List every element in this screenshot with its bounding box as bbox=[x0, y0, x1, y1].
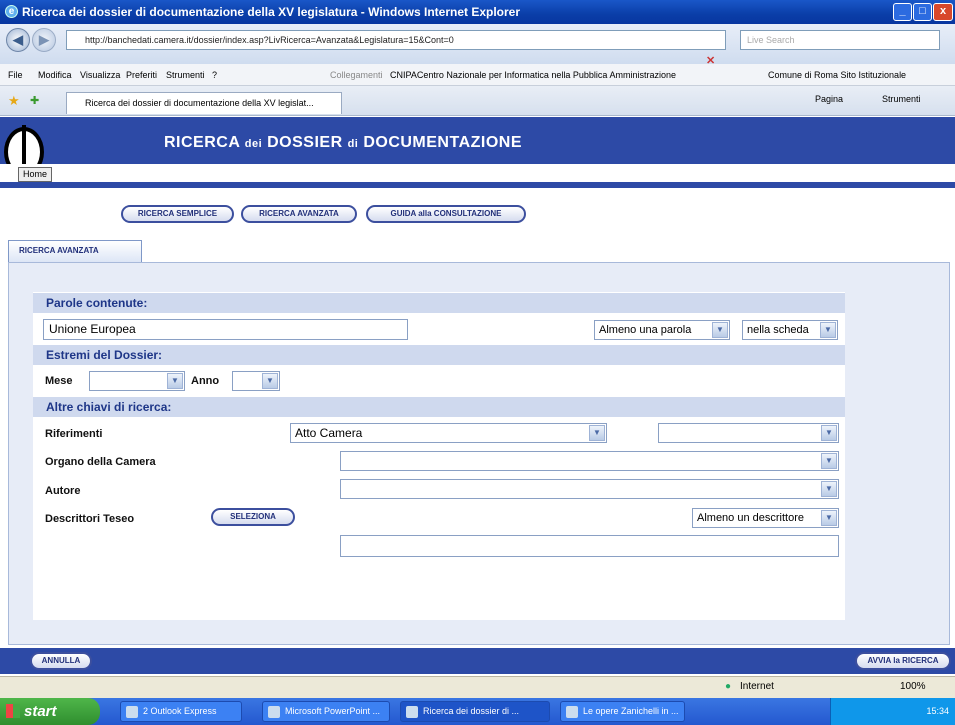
chevron-down-icon: ▼ bbox=[589, 425, 605, 441]
guida-button[interactable]: GUIDA alla CONSULTAZIONE bbox=[366, 205, 526, 223]
seleziona-button[interactable]: SELEZIONA bbox=[211, 508, 295, 526]
system-tray: 15:34 bbox=[830, 698, 955, 725]
descrittori-input[interactable] bbox=[340, 535, 839, 557]
minimize-button[interactable]: _ bbox=[893, 3, 912, 21]
divider bbox=[0, 182, 955, 188]
zoom-level[interactable]: 100% bbox=[900, 681, 926, 692]
avvia-ricerca-button[interactable]: AVVIA la RICERCA bbox=[855, 652, 951, 670]
riferimenti-sub-select[interactable]: ▼ bbox=[658, 423, 839, 443]
ie-logo-icon: e bbox=[5, 5, 18, 18]
address-field[interactable]: http://banchedati.camera.it/dossier/inde… bbox=[66, 30, 726, 50]
altre-header: Altre chiavi di ricerca: bbox=[33, 397, 845, 417]
close-button[interactable]: x bbox=[933, 3, 953, 21]
riferimenti-select[interactable]: Atto Camera ▼ bbox=[290, 423, 607, 443]
parole-scope-select[interactable]: nella scheda ▼ bbox=[742, 320, 838, 340]
chevron-down-icon: ▼ bbox=[262, 373, 278, 389]
zone-label: Internet bbox=[740, 681, 774, 692]
estremi-header: Estremi del Dossier: bbox=[33, 345, 845, 365]
task-ie-active[interactable]: Ricerca dei dossier di ... bbox=[400, 701, 550, 722]
descrittori-mode-select[interactable]: Almeno un descrittore ▼ bbox=[692, 508, 839, 528]
parole-header: Parole contenute: bbox=[33, 293, 845, 313]
menu-help[interactable]: ? bbox=[212, 70, 217, 80]
add-favorites-icon[interactable]: ✚ bbox=[30, 94, 39, 107]
menu-preferiti[interactable]: Preferiti bbox=[126, 70, 157, 80]
parole-mode-select[interactable]: Almeno una parola ▼ bbox=[594, 320, 730, 340]
search-field[interactable]: Live Search bbox=[740, 30, 940, 50]
clock: 15:34 bbox=[926, 706, 949, 716]
maximize-button[interactable]: □ bbox=[913, 3, 932, 21]
ricerca-avanzata-button[interactable]: RICERCA AVANZATA bbox=[241, 205, 357, 223]
status-bar: ● Internet 100% bbox=[0, 676, 955, 698]
menu-file[interactable]: File bbox=[8, 70, 23, 80]
anno-label: Anno bbox=[191, 375, 220, 387]
taskbar: start 2 Outlook Express Microsoft PowerP… bbox=[0, 698, 955, 725]
chevron-down-icon: ▼ bbox=[821, 453, 837, 469]
window-title-bar: e Ricerca dei dossier di documentazione … bbox=[0, 0, 955, 24]
action-bar: ANNULLA AVVIA la RICERCA bbox=[0, 648, 955, 674]
task-powerpoint[interactable]: Microsoft PowerPoint ... bbox=[262, 701, 390, 722]
autore-select[interactable]: ▼ bbox=[340, 479, 839, 499]
home-link[interactable]: Home bbox=[18, 167, 53, 182]
mese-label: Mese bbox=[45, 375, 73, 387]
descrittori-label: Descrittori Teseo bbox=[45, 513, 135, 525]
globe-icon: ● bbox=[725, 681, 732, 692]
tab-ricerca-avanzata[interactable]: RICERCA AVANZATA bbox=[8, 240, 142, 262]
links-label: Collegamenti bbox=[330, 70, 383, 80]
ricerca-semplice-button[interactable]: RICERCA SEMPLICE bbox=[121, 205, 234, 223]
page-title: RICERCA dei DOSSIER di DOCUMENTAZIONE bbox=[164, 134, 523, 151]
page-menu[interactable]: Pagina bbox=[815, 94, 843, 104]
browser-tab[interactable]: Ricerca dei dossier di documentazione de… bbox=[66, 92, 342, 114]
browser-tab-bar: ★ ✚ Ricerca dei dossier di documentazion… bbox=[0, 86, 955, 116]
back-button[interactable]: ◀ bbox=[6, 28, 30, 52]
organo-label: Organo della Camera bbox=[45, 456, 156, 468]
chevron-down-icon: ▼ bbox=[712, 322, 728, 338]
task-zanichelli[interactable]: Le opere Zanichelli in ... bbox=[560, 701, 685, 722]
chevron-down-icon: ▼ bbox=[821, 510, 837, 526]
mese-select[interactable]: ▼ bbox=[89, 371, 185, 391]
link-cnipa[interactable]: CNIPACentro Nazionale per Informatica ne… bbox=[390, 70, 750, 80]
menu-bar: File Modifica Visualizza Preferiti Strum… bbox=[0, 64, 955, 86]
menu-strumenti[interactable]: Strumenti bbox=[166, 70, 205, 80]
anno-select[interactable]: ▼ bbox=[232, 371, 280, 391]
window-title: Ricerca dei dossier di documentazione de… bbox=[22, 5, 521, 19]
autore-label: Autore bbox=[45, 485, 81, 497]
chevron-down-icon: ▼ bbox=[821, 481, 837, 497]
menu-modifica[interactable]: Modifica bbox=[38, 70, 72, 80]
chevron-down-icon: ▼ bbox=[820, 322, 836, 338]
forward-button[interactable]: ▶ bbox=[32, 28, 56, 52]
link-comune-roma[interactable]: Comune di Roma Sito Istituzionale bbox=[768, 70, 906, 80]
address-toolbar: ◀ ▶ http://banchedati.camera.it/dossier/… bbox=[0, 24, 955, 67]
parole-input[interactable]: Unione Europea bbox=[43, 319, 408, 340]
menu-visualizza[interactable]: Visualizza bbox=[80, 70, 120, 80]
task-outlook[interactable]: 2 Outlook Express bbox=[120, 701, 242, 722]
chevron-down-icon: ▼ bbox=[167, 373, 183, 389]
annulla-button[interactable]: ANNULLA bbox=[30, 652, 92, 670]
riferimenti-label: Riferimenti bbox=[45, 428, 103, 440]
tools-menu[interactable]: Strumenti bbox=[882, 94, 921, 104]
organo-select[interactable]: ▼ bbox=[340, 451, 839, 471]
chevron-down-icon: ▼ bbox=[821, 425, 837, 441]
favorites-star-icon[interactable]: ★ bbox=[8, 93, 20, 109]
start-button[interactable]: start bbox=[0, 698, 100, 725]
